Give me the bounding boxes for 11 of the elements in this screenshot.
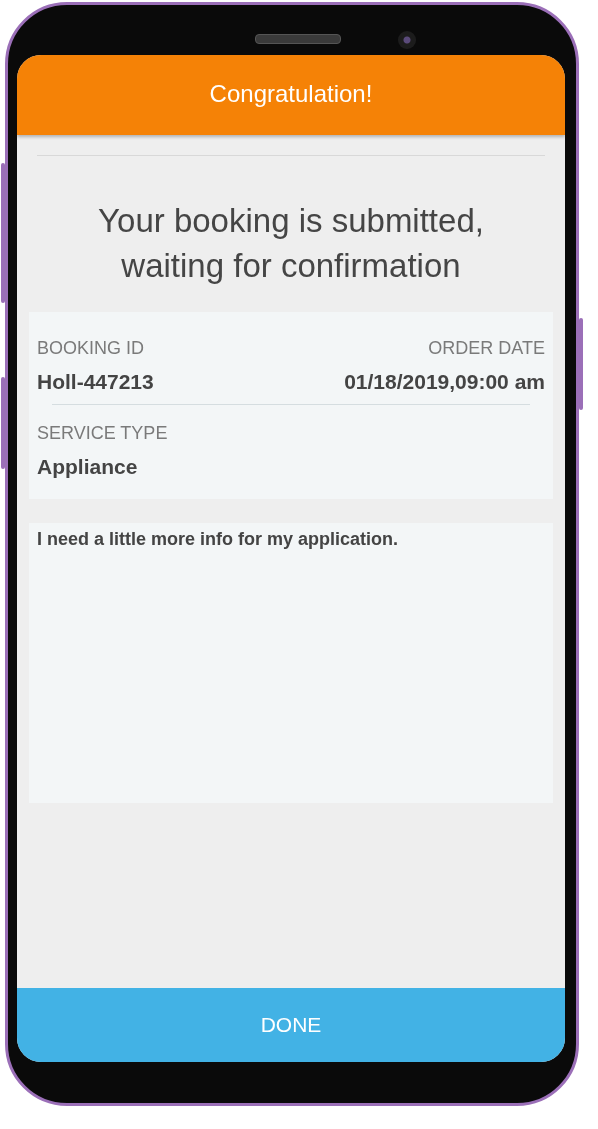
field-label: ORDER DATE bbox=[428, 338, 545, 359]
note-field[interactable]: I need a little more info for my application. bbox=[29, 523, 553, 803]
header-title: Congratulation! bbox=[209, 80, 373, 109]
field-label: BOOKING ID bbox=[37, 338, 145, 359]
speaker-grille-icon bbox=[255, 34, 341, 44]
camera-icon bbox=[398, 31, 416, 49]
field-value: Holl-447213 bbox=[37, 370, 154, 394]
field-value: Appliance bbox=[37, 455, 139, 479]
field-label: SERVICE TYPE bbox=[37, 423, 168, 444]
status-message: Your booking is submitted, waiting for confirmation bbox=[97, 201, 485, 286]
field-value: 01/18/2019,09:00 am bbox=[344, 370, 545, 394]
